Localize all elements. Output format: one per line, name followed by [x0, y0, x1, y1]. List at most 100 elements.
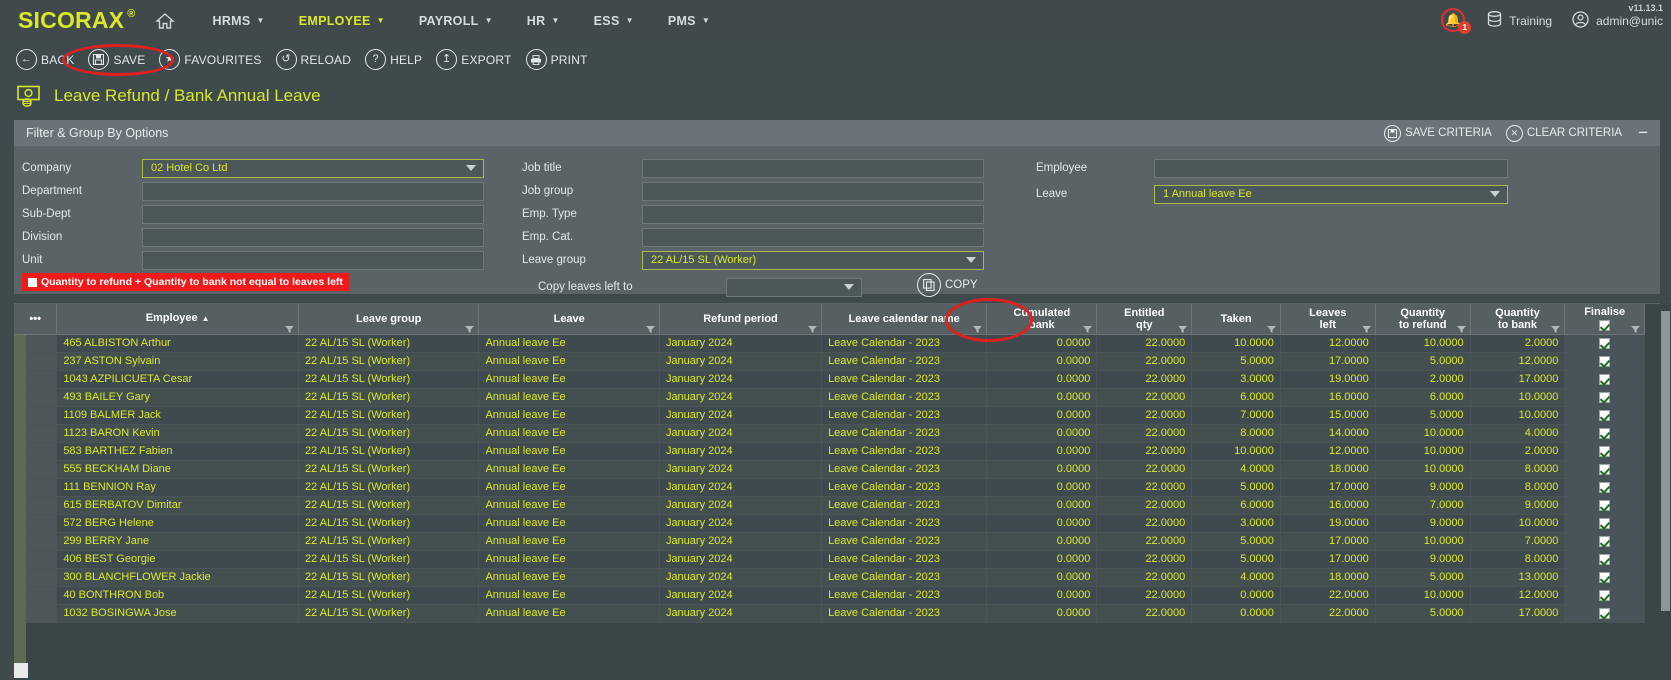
cell-employee[interactable]: 1123 BARON Kevin: [56, 424, 299, 443]
cell-qty-bank[interactable]: 7.0000: [1470, 532, 1566, 551]
table-row[interactable]: 406 BEST Georgie 22 AL/15 SL (Worker) Annu…: [14, 550, 1645, 569]
nav-item-hr[interactable]: HR ▼: [510, 14, 577, 28]
cell-leave-group[interactable]: 22 AL/15 SL (Worker): [298, 514, 480, 533]
cell-finalise[interactable]: [1564, 496, 1645, 515]
cell-qty-bank[interactable]: 10.0000: [1470, 388, 1566, 407]
emp-cat-input[interactable]: [642, 227, 984, 247]
cell-cumulated-bank[interactable]: 0.0000: [986, 514, 1098, 533]
cell-taken[interactable]: 3.0000: [1191, 370, 1281, 389]
cell-employee[interactable]: 111 BENNION Ray: [56, 478, 299, 497]
cell-cumulated-bank[interactable]: 0.0000: [986, 334, 1098, 353]
finalise-checkbox[interactable]: [1599, 445, 1611, 457]
cell-qty-bank[interactable]: 2.0000: [1470, 334, 1566, 353]
cell-finalise[interactable]: [1564, 532, 1645, 551]
cell-leave-group[interactable]: 22 AL/15 SL (Worker): [298, 568, 480, 587]
cell-entitled-qty[interactable]: 22.0000: [1096, 442, 1193, 461]
cell-leave-group[interactable]: 22 AL/15 SL (Worker): [298, 406, 480, 425]
cell-cumulated-bank[interactable]: 0.0000: [986, 406, 1098, 425]
column-header-leave-calendar-name[interactable]: Leave calendar name: [821, 304, 988, 335]
cell-qty-bank[interactable]: 10.0000: [1470, 406, 1566, 425]
notifications-button[interactable]: 🔔 1: [1441, 7, 1472, 34]
finalise-checkbox[interactable]: [1599, 535, 1611, 547]
filter-icon[interactable]: [808, 324, 818, 333]
cell-cumulated-bank[interactable]: 0.0000: [986, 388, 1098, 407]
back-button[interactable]: ← BACK: [16, 49, 74, 70]
filter-icon[interactable]: [1631, 324, 1640, 333]
cell-leave[interactable]: Annual leave Ee: [478, 550, 660, 569]
cell-finalise[interactable]: [1564, 514, 1645, 533]
cell-leaves-left[interactable]: 12.0000: [1280, 442, 1376, 461]
cell-entitled-qty[interactable]: 22.0000: [1096, 586, 1193, 605]
filter-icon[interactable]: [1178, 324, 1188, 333]
cell-leaves-left[interactable]: 22.0000: [1280, 604, 1376, 623]
cell-taken[interactable]: 5.0000: [1191, 532, 1281, 551]
cell-cumulated-bank[interactable]: 0.0000: [986, 478, 1098, 497]
nav-item-pms[interactable]: PMS ▼: [651, 14, 727, 28]
cell-taken[interactable]: 5.0000: [1191, 478, 1281, 497]
cell-calendar[interactable]: Leave Calendar - 2023: [821, 352, 988, 371]
collapse-panel-button[interactable]: −: [1638, 124, 1648, 141]
cell-refund-period[interactable]: January 2024: [659, 406, 823, 425]
reload-button[interactable]: ↺ RELOAD: [275, 49, 352, 70]
cell-cumulated-bank[interactable]: 0.0000: [986, 460, 1098, 479]
cell-refund-period[interactable]: January 2024: [659, 550, 823, 569]
cell-qty-refund[interactable]: 10.0000: [1375, 586, 1471, 605]
cell-qty-bank[interactable]: 17.0000: [1470, 604, 1566, 623]
cell-entitled-qty[interactable]: 22.0000: [1096, 604, 1193, 623]
table-row[interactable]: 1123 BARON Kevin 22 AL/15 SL (Worker) Annu…: [14, 424, 1645, 443]
cell-qty-refund[interactable]: 9.0000: [1375, 514, 1471, 533]
finalise-checkbox[interactable]: [1599, 427, 1611, 439]
filter-icon[interactable]: [1456, 324, 1466, 333]
cell-qty-bank[interactable]: 12.0000: [1470, 352, 1566, 371]
print-button[interactable]: PRINT: [525, 49, 588, 70]
cell-calendar[interactable]: Leave Calendar - 2023: [821, 460, 988, 479]
finalise-checkbox[interactable]: [1599, 409, 1611, 421]
copy-button[interactable]: COPY: [917, 273, 978, 297]
cell-refund-period[interactable]: January 2024: [659, 604, 823, 623]
row-menu-header[interactable]: •••: [14, 304, 58, 335]
cell-qty-bank[interactable]: 17.0000: [1470, 370, 1566, 389]
cell-leaves-left[interactable]: 19.0000: [1280, 514, 1376, 533]
filter-icon[interactable]: [1551, 324, 1561, 333]
finalise-checkbox[interactable]: [1599, 517, 1611, 529]
cell-cumulated-bank[interactable]: 0.0000: [986, 370, 1098, 389]
cell-entitled-qty[interactable]: 22.0000: [1096, 370, 1193, 389]
cell-refund-period[interactable]: January 2024: [659, 514, 823, 533]
cell-leaves-left[interactable]: 19.0000: [1280, 370, 1376, 389]
cell-finalise[interactable]: [1564, 586, 1645, 605]
cell-calendar[interactable]: Leave Calendar - 2023: [821, 442, 988, 461]
cell-calendar[interactable]: Leave Calendar - 2023: [821, 586, 988, 605]
table-row[interactable]: 111 BENNION Ray 22 AL/15 SL (Worker) Annua…: [14, 478, 1645, 497]
cell-finalise[interactable]: [1564, 334, 1645, 353]
table-row[interactable]: 1109 BALMER Jack 22 AL/15 SL (Worker) Annu…: [14, 406, 1645, 425]
cell-calendar[interactable]: Leave Calendar - 2023: [821, 604, 988, 623]
cell-entitled-qty[interactable]: 22.0000: [1096, 532, 1193, 551]
cell-taken[interactable]: 6.0000: [1191, 496, 1281, 515]
cell-leave-group[interactable]: 22 AL/15 SL (Worker): [298, 478, 480, 497]
cell-entitled-qty[interactable]: 22.0000: [1096, 334, 1193, 353]
cell-finalise[interactable]: [1564, 604, 1645, 623]
cell-leaves-left[interactable]: 17.0000: [1280, 532, 1376, 551]
cell-cumulated-bank[interactable]: 0.0000: [986, 352, 1098, 371]
cell-qty-refund[interactable]: 2.0000: [1375, 370, 1471, 389]
save-criteria-button[interactable]: SAVE CRITERIA: [1384, 124, 1492, 142]
sub-dept-input[interactable]: [142, 204, 484, 224]
cell-leaves-left[interactable]: 18.0000: [1280, 460, 1376, 479]
cell-qty-bank[interactable]: 9.0000: [1470, 496, 1566, 515]
cell-refund-period[interactable]: January 2024: [659, 424, 823, 443]
cell-refund-period[interactable]: January 2024: [659, 388, 823, 407]
cell-employee[interactable]: 465 ALBISTON Arthur: [56, 334, 299, 353]
cell-leave-group[interactable]: 22 AL/15 SL (Worker): [298, 334, 480, 353]
cell-refund-period[interactable]: January 2024: [659, 352, 823, 371]
cell-finalise[interactable]: [1564, 352, 1645, 371]
cell-refund-period[interactable]: January 2024: [659, 496, 823, 515]
column-header-leaves-left[interactable]: Leaves left: [1280, 304, 1376, 335]
cell-leaves-left[interactable]: 12.0000: [1280, 334, 1376, 353]
cell-taken[interactable]: 10.0000: [1191, 442, 1281, 461]
cell-calendar[interactable]: Leave Calendar - 2023: [821, 424, 988, 443]
app-logo[interactable]: SICORAX ®: [18, 7, 136, 34]
cell-leave-group[interactable]: 22 AL/15 SL (Worker): [298, 388, 480, 407]
cell-entitled-qty[interactable]: 22.0000: [1096, 388, 1193, 407]
cell-finalise[interactable]: [1564, 442, 1645, 461]
finalise-checkbox[interactable]: [1599, 373, 1611, 385]
